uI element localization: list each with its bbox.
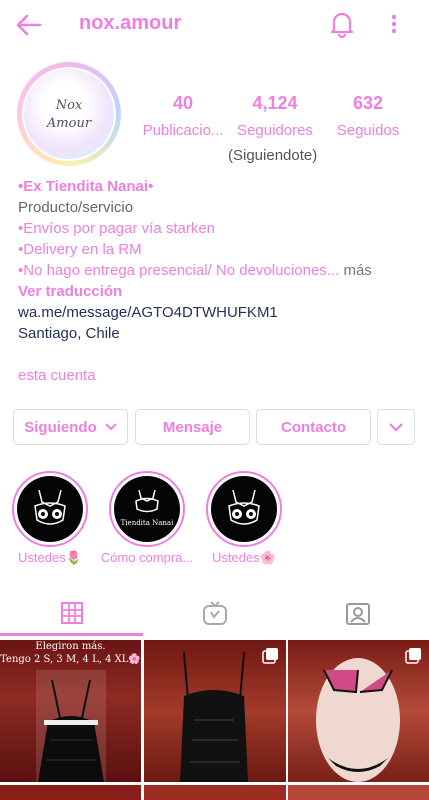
profile-username: nox.amour bbox=[79, 12, 182, 34]
more-vertical-icon[interactable] bbox=[386, 12, 402, 36]
avatar-logo-line1: Nox bbox=[55, 98, 83, 113]
lingerie-icon bbox=[228, 489, 260, 525]
highlight-label-1: Ustedes🌷 bbox=[18, 550, 82, 565]
stat-posts[interactable]: 40 Publicacio... bbox=[138, 92, 228, 142]
bio-category: Producto/servicio bbox=[18, 199, 134, 216]
stat-posts-value: 40 bbox=[172, 93, 194, 113]
stat-following-label: Seguidos bbox=[336, 122, 400, 139]
bio-line-3: •No hago entrega presencial/ No devoluci… bbox=[18, 262, 340, 279]
suggestions-button[interactable] bbox=[377, 409, 415, 445]
stat-posts-label: Publicacio... bbox=[142, 122, 224, 139]
bio-line-1: •Envíos por pagar vía starken bbox=[18, 220, 216, 237]
avatar[interactable]: Nox Amour bbox=[17, 62, 121, 166]
igtv-icon bbox=[202, 601, 227, 625]
lingerie-icon bbox=[34, 489, 66, 525]
post-tile-5[interactable] bbox=[144, 785, 286, 800]
post-tile-6[interactable] bbox=[288, 785, 429, 800]
post-tile-2[interactable] bbox=[144, 640, 286, 782]
following-button-label: Siguiendo bbox=[24, 418, 97, 436]
story-highlight-2[interactable]: Tiendita Nanai bbox=[109, 471, 185, 547]
chevron-down-icon bbox=[105, 423, 117, 431]
tagged-icon bbox=[345, 603, 370, 625]
stat-followers-value: 4,124 bbox=[252, 93, 298, 113]
story-highlight-3[interactable] bbox=[206, 471, 282, 547]
grid-icon bbox=[60, 602, 83, 624]
stat-following-value: 632 bbox=[352, 93, 384, 113]
bio-account-link[interactable]: esta cuenta bbox=[18, 365, 418, 386]
arrow-left-icon[interactable] bbox=[14, 10, 44, 40]
avatar-logo-text: Nox Amour bbox=[24, 97, 114, 133]
avatar-image: Nox Amour bbox=[22, 67, 116, 161]
translate-link[interactable]: Ver traducción bbox=[18, 281, 418, 302]
highlight-cover-1 bbox=[17, 476, 83, 542]
stat-following[interactable]: 632 Seguidos bbox=[330, 92, 406, 142]
highlight-cover-2: Tiendita Nanai bbox=[114, 476, 180, 542]
follows-you-label: (Siguiendote) bbox=[228, 147, 318, 164]
bio-spacer bbox=[18, 344, 418, 365]
post-tile-4[interactable] bbox=[0, 785, 141, 800]
profile-tabs bbox=[0, 590, 429, 636]
post-tile-3[interactable] bbox=[288, 640, 429, 782]
multiple-photos-icon bbox=[262, 647, 279, 664]
story-highlight-1[interactable] bbox=[12, 471, 88, 547]
chevron-down-icon bbox=[389, 422, 403, 432]
tab-tagged[interactable] bbox=[286, 590, 429, 636]
following-button[interactable]: Siguiendo bbox=[13, 409, 128, 445]
bio-more-link[interactable]: más bbox=[343, 262, 371, 279]
message-button[interactable]: Mensaje bbox=[135, 409, 250, 445]
profile-bio: •Ex Tiendita Nanai• Producto/servicio •E… bbox=[18, 176, 418, 386]
contact-button[interactable]: Contacto bbox=[256, 409, 371, 445]
lingerie-icon bbox=[135, 489, 159, 513]
tab-grid[interactable] bbox=[0, 590, 143, 636]
message-button-label: Mensaje bbox=[162, 418, 223, 436]
bio-location: Santiago, Chile bbox=[18, 325, 120, 342]
stat-followers-label: Seguidores bbox=[237, 122, 313, 139]
bell-icon[interactable] bbox=[329, 10, 355, 39]
bio-line-2: •Delivery en la RM bbox=[18, 241, 142, 258]
highlight-label-2: Cómo compra... bbox=[100, 550, 194, 565]
active-tab-indicator bbox=[0, 633, 143, 636]
highlight-cover-3 bbox=[211, 476, 277, 542]
bio-website-link[interactable]: wa.me/message/AGTO4DTWHUFKM1 bbox=[18, 302, 418, 323]
stat-followers[interactable]: 4,124 Seguidores bbox=[232, 92, 318, 142]
bio-name: •Ex Tiendita Nanai• bbox=[18, 178, 154, 195]
post-tile-1[interactable]: Elegiron más. Tengo 2 S, 3 M, 4 L, 4 XL🌸 bbox=[0, 640, 141, 782]
highlight-cover-text: Tiendita Nanai bbox=[120, 519, 174, 527]
multiple-photos-icon bbox=[405, 647, 422, 664]
highlight-label-3: Ustedes🌸 bbox=[212, 550, 276, 565]
contact-button-label: Contacto bbox=[281, 418, 346, 436]
lingerie-photo bbox=[36, 670, 106, 782]
tab-igtv[interactable] bbox=[143, 590, 286, 636]
bio-line-3-row: •No hago entrega presencial/ No devoluci… bbox=[18, 260, 418, 281]
top-bar: nox.amour bbox=[0, 0, 429, 50]
avatar-logo-line2: Amour bbox=[46, 116, 92, 131]
